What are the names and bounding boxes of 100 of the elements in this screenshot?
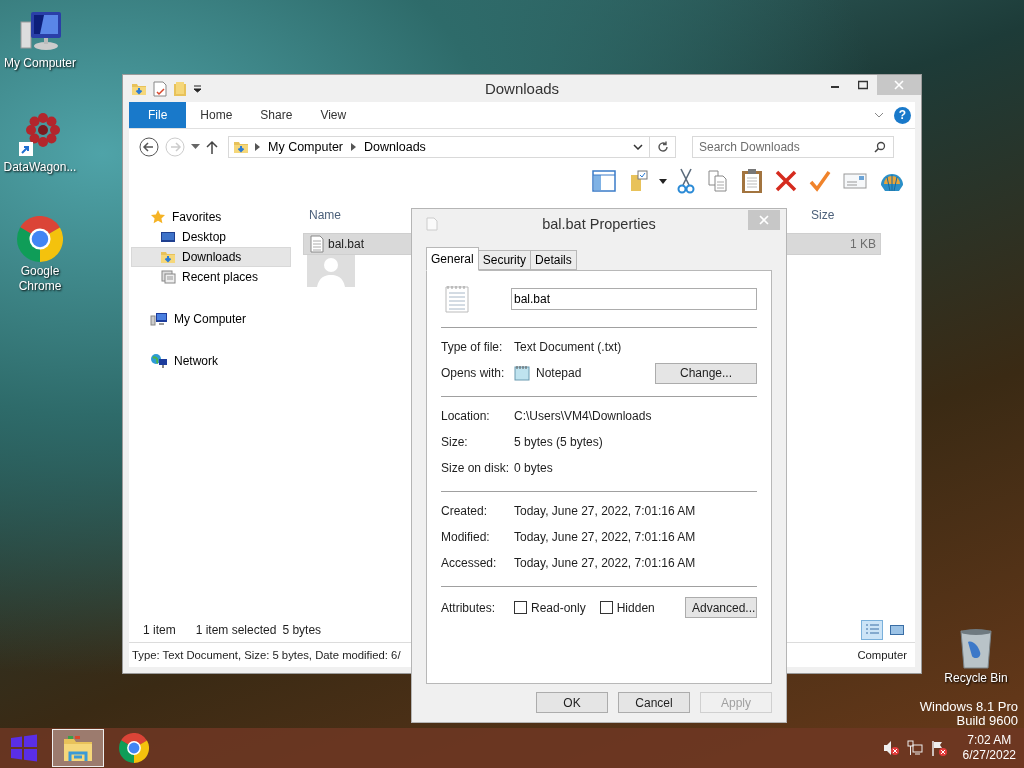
text-file-icon [445, 285, 469, 313]
chrome-icon [17, 216, 63, 262]
app-shortcut-icon [17, 112, 63, 158]
nav-item[interactable]: Desktop [131, 227, 291, 247]
recent-places-icon [160, 269, 176, 285]
ribbon-tab[interactable]: View [306, 102, 361, 128]
ribbon-tab[interactable]: Home [186, 102, 247, 128]
attribute-checkbox[interactable]: Hidden [599, 600, 655, 615]
property-label: Type of file: [441, 340, 504, 354]
folder-icon [233, 139, 249, 155]
muted-speaker-icon[interactable] [882, 740, 899, 756]
folder-icon [62, 733, 94, 763]
ribbon-tab[interactable]: Share [246, 102, 307, 128]
property-value: Text Document (.txt) [514, 340, 622, 354]
notepad-icon [514, 365, 530, 381]
recent-locations-icon[interactable] [191, 144, 200, 150]
preview-pane-button[interactable] [589, 167, 619, 195]
property-value: 0 bytes [514, 461, 553, 475]
attribute-checkbox[interactable]: Read-only [514, 600, 586, 615]
property-label: Opens with: [441, 366, 506, 380]
new-folder-icon [173, 80, 187, 97]
checkbox[interactable] [599, 601, 613, 614]
property-value: 5 bytes (5 bytes) [514, 435, 603, 449]
text-file-icon [310, 235, 324, 253]
details-text: Type: Text Document, Size: 5 bytes, Date modified: 6/ [132, 649, 401, 661]
computer-icon [150, 311, 168, 327]
dialog-title: bal.bat Properties [542, 216, 656, 232]
chrome-drawing [119, 733, 149, 763]
file-name: bal.bat [328, 237, 365, 251]
clock[interactable]: 7:02 AM 6/27/2022 [962, 733, 1016, 763]
property-label: Size: [441, 435, 469, 449]
property-value: Today, June 27, 2022, 7:01:16 AM [514, 530, 696, 544]
maximize-icon [858, 80, 868, 90]
breadcrumb-arrow-icon[interactable] [351, 143, 357, 151]
search-icon [874, 141, 886, 153]
selection-size: 5 bytes [282, 623, 322, 637]
dialog-button[interactable]: OK [536, 692, 608, 713]
item-count: 1 item [143, 623, 176, 637]
file-name-field[interactable]: bal.bat [511, 288, 757, 310]
back-button[interactable] [139, 137, 159, 157]
refresh-icon [656, 141, 669, 153]
nav-item[interactable]: Recent places [131, 267, 291, 287]
address-dropdown-icon[interactable] [633, 144, 643, 150]
search-field[interactable]: Search Downloads [692, 136, 894, 158]
property-label: Accessed: [441, 556, 498, 570]
nav-item[interactable]: My Computer [131, 309, 291, 329]
change-button[interactable]: Change... [655, 362, 757, 384]
window-title: Downloads [484, 80, 560, 97]
rename-button[interactable] [841, 170, 869, 192]
monitor-icon [160, 229, 176, 245]
column-header[interactable]: Size [805, 208, 883, 222]
checkmark-button[interactable] [807, 168, 833, 194]
breadcrumb-arrow-icon[interactable] [255, 143, 260, 151]
nav-item[interactable]: Favorites [131, 207, 291, 227]
dialog-tab[interactable]: General [426, 247, 479, 271]
cut-button[interactable] [675, 166, 697, 196]
dialog-button[interactable]: Cancel [618, 692, 690, 713]
clock-date: 6/27/2022 [962, 748, 1016, 763]
property-value: Today, June 27, 2022, 7:01:16 AM [514, 504, 696, 518]
dialog-tab[interactable]: Security [477, 250, 532, 270]
watermark-text: Windows 8.1 Pro [919, 700, 1018, 714]
checkbox[interactable] [514, 601, 527, 614]
close-icon [759, 215, 769, 225]
file-icon [426, 217, 438, 231]
breadcrumb[interactable]: Downloads [362, 140, 428, 154]
details-text: Computer [857, 649, 907, 661]
file-menu-button[interactable]: File [129, 102, 187, 128]
nav-item[interactable]: Downloads [131, 247, 291, 267]
nav-item[interactable]: Network [131, 351, 291, 371]
property-value: C:\Users\VM4\Downloads [514, 409, 652, 423]
dropdown-icon[interactable] [659, 178, 667, 184]
flag-icon[interactable] [930, 740, 947, 756]
dialog-tab[interactable]: Details [530, 250, 577, 270]
help-button[interactable]: ? [894, 106, 911, 124]
paste-button[interactable] [739, 166, 765, 196]
selection-count: 1 item selected [195, 623, 277, 637]
star-icon [150, 209, 166, 225]
property-label: Size on disk: [441, 461, 511, 475]
property-label: Modified: [441, 530, 491, 544]
property-label: Attributes: [441, 600, 497, 615]
property-label: Created: [441, 504, 489, 518]
network-icon[interactable] [906, 740, 923, 756]
property-label: Location: [441, 409, 491, 423]
desktop-icon-label[interactable]: Recycle Bin [938, 671, 1014, 686]
dropdown-icon[interactable] [193, 84, 202, 93]
delete-button[interactable] [773, 168, 799, 194]
desktop-icon-label[interactable]: My Computer [2, 56, 78, 71]
breadcrumb[interactable]: My Computer [266, 140, 346, 154]
property-value: Notepad [536, 366, 582, 380]
properties-icon [153, 80, 167, 97]
download-folder-icon [160, 249, 176, 265]
advanced-button[interactable]: Advanced... [685, 597, 757, 618]
file-size: 1 KB [849, 237, 877, 251]
up-arrow-icon[interactable] [206, 140, 218, 154]
expand-ribbon-icon[interactable] [874, 112, 884, 118]
thumbnail-view-icon[interactable] [889, 623, 905, 637]
windows-logo-icon [9, 733, 39, 763]
clock-time: 7:02 AM [967, 733, 1012, 748]
desktop-icon-label[interactable]: Google Chrome [2, 264, 78, 294]
recycle-bin-icon [959, 628, 993, 670]
